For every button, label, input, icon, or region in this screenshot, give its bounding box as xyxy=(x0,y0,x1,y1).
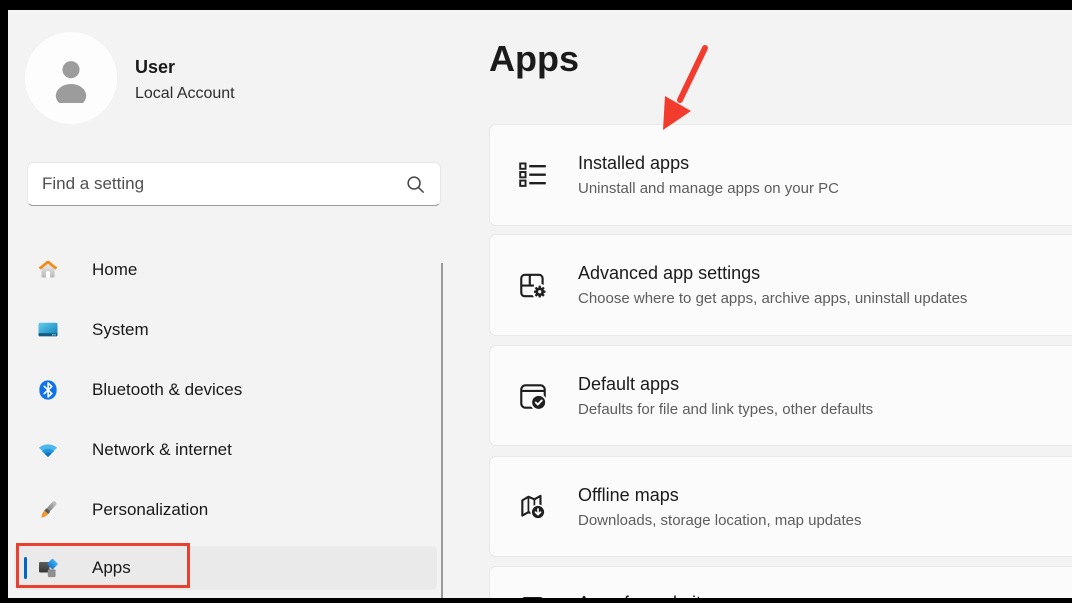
search-icon xyxy=(405,174,426,195)
default-apps-icon xyxy=(517,380,549,412)
card-default-apps[interactable]: Default apps Defaults for file and link … xyxy=(489,345,1072,446)
sidebar-item-label: Bluetooth & devices xyxy=(92,380,242,400)
person-icon xyxy=(46,53,96,103)
offline-maps-icon xyxy=(517,491,549,523)
home-icon xyxy=(36,258,60,282)
sidebar-item-label: Personalization xyxy=(92,500,208,520)
search-input[interactable] xyxy=(42,174,405,194)
sidebar-scrollbar[interactable] xyxy=(441,263,443,598)
card-offline-maps[interactable]: Offline maps Downloads, storage location… xyxy=(489,456,1072,557)
user-name: User xyxy=(135,57,175,78)
card-title: Installed apps xyxy=(578,153,839,174)
frame-left xyxy=(0,0,8,603)
frame-bottom xyxy=(0,598,1072,603)
card-title: Advanced app settings xyxy=(578,263,967,284)
bluetooth-icon xyxy=(36,378,60,402)
card-subtitle: Downloads, storage location, map updates xyxy=(578,512,862,529)
sidebar-item-label: Home xyxy=(92,260,137,280)
network-icon xyxy=(36,438,60,462)
sidebar-item-bluetooth-devices[interactable]: Bluetooth & devices xyxy=(14,368,437,412)
installed-apps-icon xyxy=(517,159,549,191)
sidebar-item-label: System xyxy=(92,320,149,340)
card-subtitle: Choose where to get apps, archive apps, … xyxy=(578,290,967,307)
card-advanced-app-settings[interactable]: Advanced app settings Choose where to ge… xyxy=(489,234,1072,336)
card-title: Default apps xyxy=(578,374,873,395)
system-icon xyxy=(36,318,60,342)
user-account-type: Local Account xyxy=(135,85,235,103)
sidebar-item-label: Network & internet xyxy=(92,440,232,460)
personalization-icon xyxy=(36,498,60,522)
annotation-arrow xyxy=(650,38,720,138)
sidebar-item-network-internet[interactable]: Network & internet xyxy=(14,428,437,472)
card-title: Offline maps xyxy=(578,485,862,506)
settings-window: User Local Account Home System xyxy=(0,0,1072,603)
annotation-box xyxy=(16,543,190,588)
search-box[interactable] xyxy=(27,162,441,206)
frame-top xyxy=(0,0,1072,10)
page-title: Apps xyxy=(489,38,579,80)
sidebar-item-home[interactable]: Home xyxy=(14,248,437,292)
advanced-app-settings-icon xyxy=(517,269,549,301)
card-subtitle: Uninstall and manage apps on your PC xyxy=(578,180,839,197)
sidebar-item-personalization[interactable]: Personalization xyxy=(14,488,437,532)
card-installed-apps[interactable]: Installed apps Uninstall and manage apps… xyxy=(489,124,1072,226)
sidebar-item-system[interactable]: System xyxy=(14,308,437,352)
card-subtitle: Defaults for file and link types, other … xyxy=(578,401,873,418)
avatar[interactable] xyxy=(25,32,117,124)
